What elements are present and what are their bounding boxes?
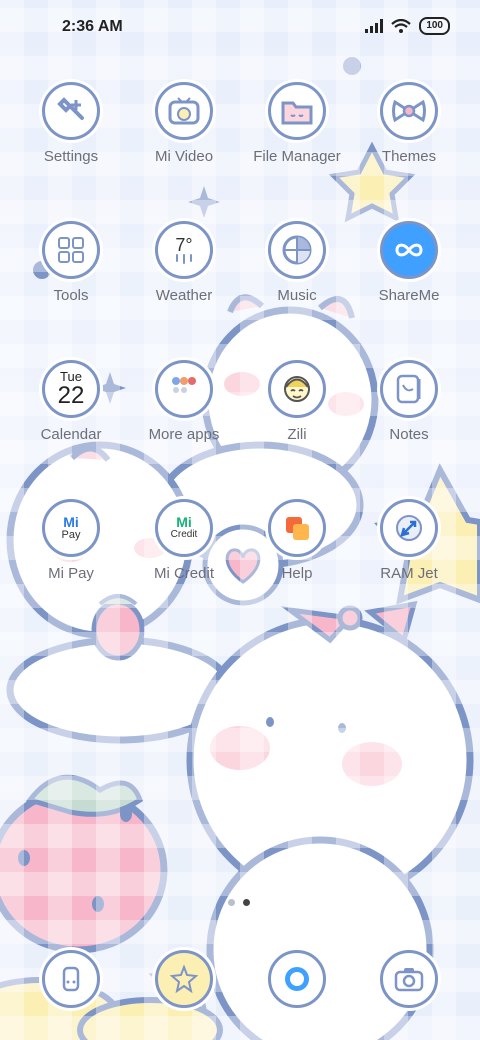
app-label: Themes <box>381 148 437 165</box>
clock: 2:36 AM <box>62 18 123 35</box>
rocket-icon <box>380 499 438 557</box>
cloud-icon: 7° <box>155 221 213 279</box>
app-label: Mi Video <box>154 148 214 165</box>
app-label: More apps <box>148 426 220 443</box>
page-indicator <box>228 899 250 906</box>
app-music[interactable]: Music <box>241 221 353 304</box>
signal-icon <box>365 19 384 33</box>
battery-indicator: 100 <box>419 17 450 35</box>
notes-icon <box>380 360 438 418</box>
app-label: Mi Credit <box>153 565 214 582</box>
browser-icon <box>268 950 326 1008</box>
app-themes[interactable]: Themes <box>353 82 465 165</box>
app-ram-jet[interactable]: RAM Jet <box>353 499 465 582</box>
mi-credit-badge-top: Mi <box>176 514 192 530</box>
app-help[interactable]: Help <box>241 499 353 582</box>
app-label: Weather <box>155 287 213 304</box>
camera-icon <box>380 950 438 1008</box>
sparkle-shape <box>188 186 220 218</box>
calendar-date: 22 <box>57 382 85 409</box>
app-file-manager[interactable]: File Manager <box>241 82 353 165</box>
app-label: Calendar <box>40 426 102 443</box>
status-bar: 2:36 AM 100 <box>0 0 480 56</box>
bear-left <box>6 441 234 744</box>
app-shareme[interactable]: ShareMe <box>353 221 465 304</box>
grid-apps-icon <box>155 360 213 418</box>
mi-credit-icon: Mi Credit <box>155 499 213 557</box>
strawberry <box>0 774 168 954</box>
app-label: Tools <box>53 287 89 304</box>
app-label: RAM Jet <box>380 565 438 582</box>
app-label: Mi Pay <box>48 565 94 582</box>
app-label: Zili <box>287 426 307 443</box>
face-icon <box>268 360 326 418</box>
mi-pay-badge-bottom: Pay <box>61 529 81 541</box>
star-face-icon <box>155 950 213 1008</box>
bow-icon <box>380 82 438 140</box>
dock <box>0 950 480 1010</box>
page-dot-active[interactable] <box>243 899 250 906</box>
phone-icon <box>42 950 100 1008</box>
mi-pay-badge-top: Mi <box>63 514 79 530</box>
folder-more-apps[interactable]: More apps <box>128 360 240 443</box>
app-mi-credit[interactable]: Mi Credit Mi Credit <box>128 499 240 582</box>
app-tools[interactable]: Tools <box>15 221 127 304</box>
app-label: ShareMe <box>378 287 440 304</box>
wifi-icon <box>391 19 412 33</box>
pie-icon <box>268 221 326 279</box>
infinity-icon <box>380 221 438 279</box>
app-zili[interactable]: Zili <box>241 360 353 443</box>
flower-shape <box>343 57 361 75</box>
tools-icon <box>42 221 100 279</box>
folder-icon <box>268 82 326 140</box>
app-mi-pay[interactable]: Mi Pay Mi Pay <box>15 499 127 582</box>
dock-phone[interactable] <box>15 950 127 1008</box>
status-icons: 100 <box>365 17 450 35</box>
app-calendar[interactable]: Tue 22 Calendar <box>15 360 127 443</box>
app-settings[interactable]: Settings <box>15 82 127 165</box>
mi-credit-badge-bottom: Credit <box>170 529 198 540</box>
gear-wrench-icon <box>42 82 100 140</box>
app-mi-video[interactable]: Mi Video <box>128 82 240 165</box>
app-label: File Manager <box>253 148 341 165</box>
mi-pay-icon: Mi Pay <box>42 499 100 557</box>
app-notes[interactable]: Notes <box>353 360 465 443</box>
app-label: Help <box>281 565 313 582</box>
app-label: Notes <box>389 426 429 443</box>
dock-browser[interactable] <box>241 950 353 1008</box>
weather-temperature: 7° <box>175 235 193 255</box>
dock-messages[interactable] <box>128 950 240 1008</box>
dock-camera[interactable] <box>353 950 465 1008</box>
app-label: Settings <box>43 148 99 165</box>
tv-icon <box>155 82 213 140</box>
app-weather[interactable]: 7° Weather <box>128 221 240 304</box>
app-label: Music <box>277 287 317 304</box>
help-icon <box>268 499 326 557</box>
page-dot[interactable] <box>228 899 235 906</box>
calendar-icon: Tue 22 <box>42 360 100 418</box>
